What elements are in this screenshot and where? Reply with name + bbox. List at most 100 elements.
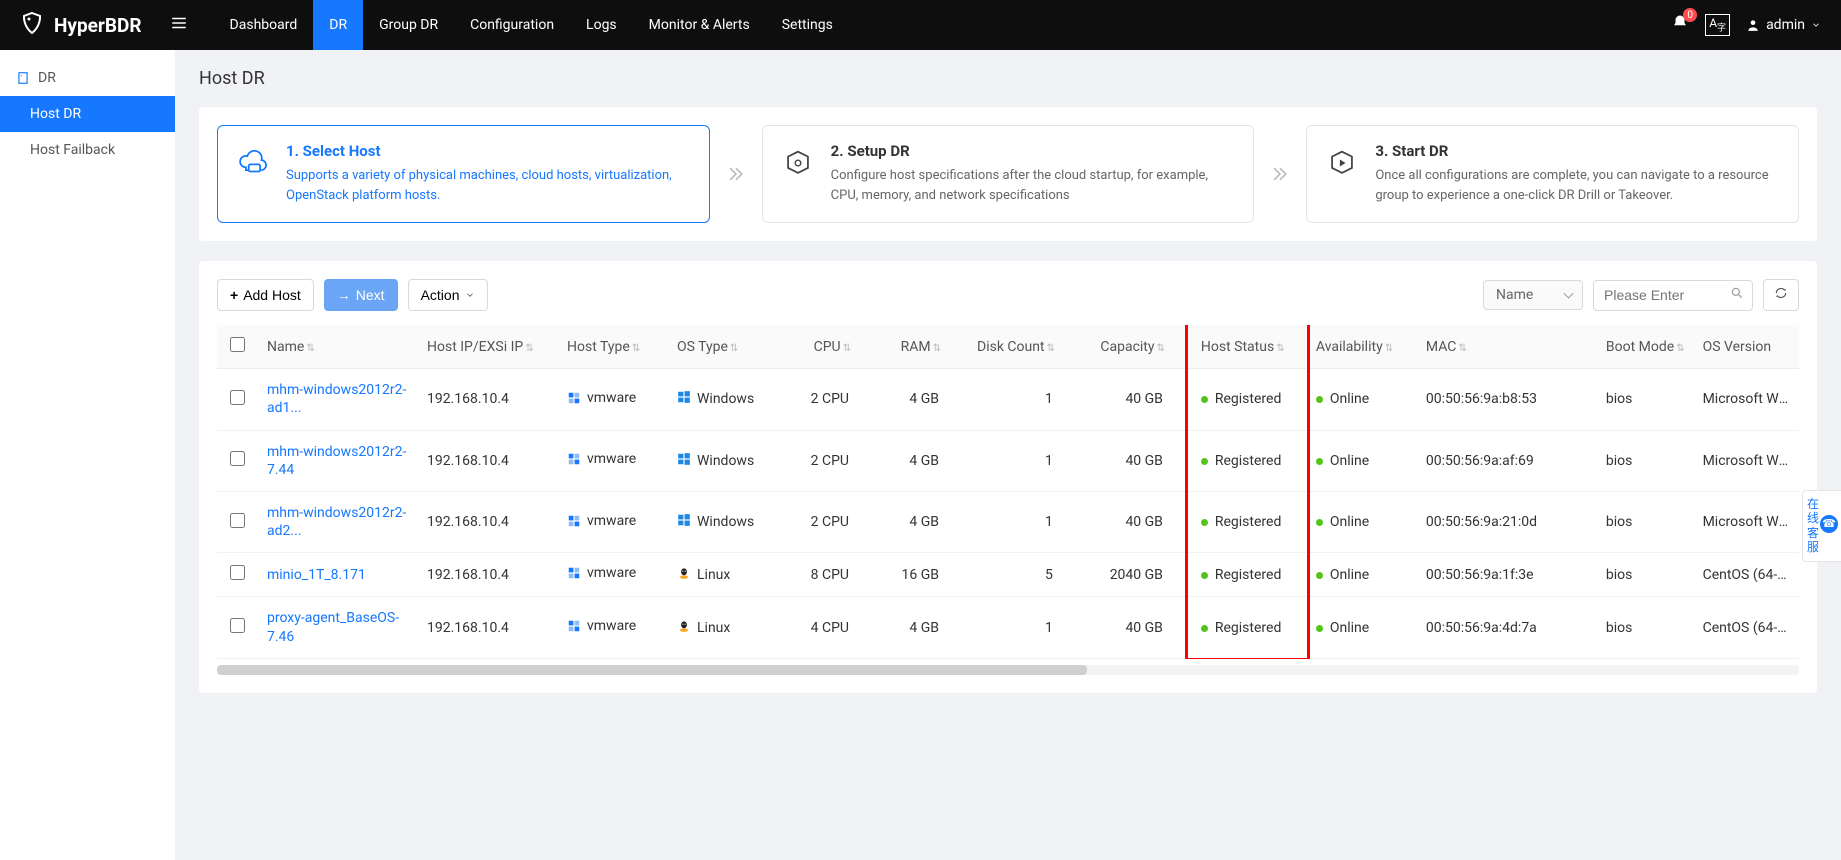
row-checkbox[interactable] [230,451,245,466]
col-ram[interactable]: RAM⇅ [877,325,967,369]
cell-cpu: 2 CPU [777,492,877,553]
cell-status: Registered [1191,369,1306,430]
col-avail[interactable]: Availability⇅ [1306,325,1416,369]
select-all-checkbox[interactable] [230,337,245,352]
step-start-dr[interactable]: 3. Start DR Once all configurations are … [1306,125,1799,223]
step-title: 2. Setup DR [831,142,1236,160]
sidebar: DR Host DR Host Failback [0,50,175,860]
host-name-link[interactable]: minio_1T_8.171 [267,566,407,584]
col-boot[interactable]: Boot Mode⇅ [1556,325,1693,369]
table-h-scrollbar[interactable] [217,665,1799,675]
next-button[interactable]: →Next [324,279,398,311]
col-cap[interactable]: Capacity⇅ [1081,325,1191,369]
cell-ostype: Windows [677,452,754,470]
service-label: 在线客服 [1806,497,1820,555]
cell-boot: bios [1556,430,1693,491]
cell-status: Registered [1191,492,1306,553]
vmware-icon [567,566,581,580]
step-desc: Once all configurations are complete, yo… [1375,166,1780,206]
cell-osv: Microsoft Windows Server [1693,369,1799,430]
col-cpu[interactable]: CPU⇅ [777,325,877,369]
add-host-button[interactable]: +Add Host [217,279,314,311]
cell-cpu: 2 CPU [777,369,877,430]
cell-mac: 00:50:56:9a:af:69 [1416,430,1556,491]
shield-icon [20,11,44,40]
cell-mac: 00:50:56:9a:1f:3e [1416,553,1556,597]
row-checkbox[interactable] [230,513,245,528]
cell-avail: Online [1306,430,1416,491]
col-mac[interactable]: MAC⇅ [1416,325,1556,369]
host-name-link[interactable]: mhm-windows2012r2-ad1... [267,381,407,417]
step-select-host[interactable]: 1. Select Host Supports a variety of phy… [217,125,710,223]
cell-hosttype: vmware [567,565,636,581]
col-name[interactable]: Name⇅ [257,325,417,369]
cell-ip: 192.168.10.4 [417,369,557,430]
row-checkbox[interactable] [230,565,245,580]
step-title: 1. Select Host [286,142,691,160]
cell-ram: 4 GB [877,369,967,430]
host-name-link[interactable]: proxy-agent_BaseOS-7.46 [267,609,407,645]
nav-configuration[interactable]: Configuration [454,0,570,50]
step-setup-dr[interactable]: 2. Setup DR Configure host specification… [762,125,1255,223]
refresh-button[interactable] [1763,279,1799,311]
col-ostype[interactable]: OS Type⇅ [667,325,777,369]
host-table: Name⇅ Host IP/EXSi IP⇅ Host Type⇅ OS Typ… [217,325,1799,659]
row-checkbox[interactable] [230,390,245,405]
cell-status: Registered [1191,430,1306,491]
cell-cap: 40 GB [1081,369,1191,430]
cell-ostype: Linux [677,566,730,584]
cell-disk: 5 [967,553,1081,597]
user-name: admin [1766,17,1805,33]
col-status[interactable]: Host Status⇅ [1191,325,1306,369]
vmware-icon [567,391,581,405]
col-hosttype[interactable]: Host Type⇅ [557,325,667,369]
cell-cpu: 2 CPU [777,430,877,491]
cell-hosttype: vmware [567,618,636,634]
cell-disk: 1 [967,492,1081,553]
row-checkbox[interactable] [230,618,245,633]
step-arrow-icon [726,125,746,223]
notifications[interactable]: 0 [1671,14,1689,36]
user-menu[interactable]: admin [1746,17,1821,33]
cell-status: Registered [1191,553,1306,597]
search-icon[interactable] [1730,286,1744,304]
nav-dashboard[interactable]: Dashboard [214,0,314,50]
host-name-link[interactable]: mhm-windows2012r2-7.44 [267,443,407,479]
table-row: minio_1T_8.171 192.168.10.4 vmware Linux… [217,553,1799,597]
filter-field-select[interactable]: Name [1483,280,1583,310]
host-table-wrap: Name⇅ Host IP/EXSi IP⇅ Host Type⇅ OS Typ… [217,325,1799,659]
menu-toggle[interactable] [164,8,194,42]
nav-monitor-alerts[interactable]: Monitor & Alerts [633,0,766,50]
cell-ram: 4 GB [877,492,967,553]
cell-mac: 00:50:56:9a:21:0d [1416,492,1556,553]
step-title: 3. Start DR [1375,142,1780,160]
cell-mac: 00:50:56:9a:b8:53 [1416,369,1556,430]
step-desc: Supports a variety of physical machines,… [286,166,691,206]
nav-group-dr[interactable]: Group DR [363,0,454,50]
search-input[interactable] [1604,287,1722,303]
col-ip[interactable]: Host IP/EXSi IP⇅ [417,325,557,369]
sidebar-item-host-failback[interactable]: Host Failback [0,132,175,168]
notif-badge: 0 [1683,8,1697,22]
cell-cap: 40 GB [1081,492,1191,553]
cell-hosttype: vmware [567,513,636,529]
host-name-link[interactable]: mhm-windows2012r2-ad2... [267,504,407,540]
language-switch[interactable]: A字 [1705,14,1730,35]
col-osv[interactable]: OS Version [1693,325,1799,369]
cell-avail: Online [1306,553,1416,597]
action-button[interactable]: Action [408,279,488,311]
cell-boot: bios [1556,553,1693,597]
nav-dr[interactable]: DR [313,0,363,50]
col-disk[interactable]: Disk Count⇅ [967,325,1081,369]
table-row: mhm-windows2012r2-ad1... 192.168.10.4 vm… [217,369,1799,430]
nav-settings[interactable]: Settings [766,0,849,50]
cell-status: Registered [1191,597,1306,658]
online-support-tab[interactable]: ☎ 在线客服 [1802,490,1841,562]
cell-ip: 192.168.10.4 [417,553,557,597]
table-row: proxy-agent_BaseOS-7.46 192.168.10.4 vmw… [217,597,1799,658]
nav-logs[interactable]: Logs [570,0,633,50]
cell-ostype: Windows [677,513,754,531]
sidebar-item-host-dr[interactable]: Host DR [0,96,175,132]
sidebar-root-dr[interactable]: DR [0,60,175,96]
cell-osv: Microsoft Windows Server [1693,430,1799,491]
